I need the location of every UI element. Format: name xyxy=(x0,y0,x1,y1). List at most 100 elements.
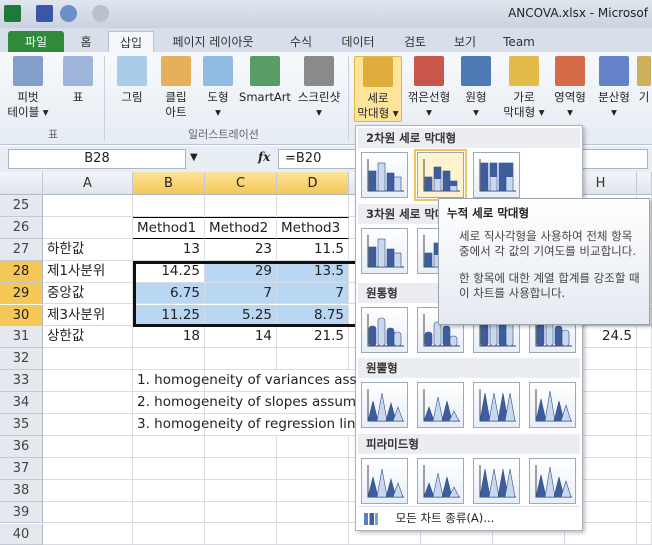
cell[interactable] xyxy=(277,501,349,524)
table-button[interactable]: 표 xyxy=(58,56,98,122)
row-header[interactable]: 38 xyxy=(0,479,43,502)
cell[interactable]: 21.5 xyxy=(277,326,349,349)
cell[interactable] xyxy=(43,348,133,371)
cell[interactable] xyxy=(43,523,133,545)
row-header[interactable]: 27 xyxy=(0,238,43,261)
cell[interactable] xyxy=(43,479,133,502)
cell[interactable] xyxy=(205,435,277,458)
cell[interactable] xyxy=(277,457,349,480)
cell[interactable]: 23 xyxy=(205,238,277,261)
cell[interactable]: 상한값 xyxy=(43,326,133,349)
clip-art-button[interactable]: 클립 아트 xyxy=(154,56,198,122)
cell[interactable]: 7 xyxy=(277,282,349,305)
row-header[interactable]: 33 xyxy=(0,370,43,393)
row-header[interactable]: 37 xyxy=(0,457,43,480)
scatter-chart-button[interactable]: 분산형 ▾ xyxy=(592,56,636,122)
cell[interactable] xyxy=(205,457,277,480)
cell[interactable]: 13 xyxy=(133,238,205,261)
other-chart-button[interactable]: 기 xyxy=(636,56,652,122)
select-all-corner[interactable] xyxy=(0,172,43,195)
column-header[interactable]: B xyxy=(133,172,205,195)
cell[interactable] xyxy=(43,435,133,458)
row-header[interactable]: 28 xyxy=(0,260,43,283)
cell[interactable] xyxy=(637,501,652,524)
line-chart-button[interactable]: 꺾은선형 ▾ xyxy=(404,56,454,122)
name-box[interactable]: B28 xyxy=(8,149,186,169)
cell[interactable] xyxy=(637,435,652,458)
pyr-chart-thumbnail-4[interactable] xyxy=(529,458,576,504)
cell[interactable] xyxy=(637,414,652,436)
cell[interactable] xyxy=(133,501,205,524)
pivot-table-button[interactable]: 피벗 테이블 ▾ xyxy=(6,56,50,122)
smartart-button[interactable]: SmartArt xyxy=(238,56,292,122)
redo-icon[interactable] xyxy=(92,5,109,22)
row-header[interactable]: 26 xyxy=(0,216,43,239)
row-header[interactable]: 30 xyxy=(0,304,43,327)
cell[interactable]: 2. homogeneity of slopes assum xyxy=(133,392,356,414)
bar-chart-button[interactable]: 가로 막대형 ▾ xyxy=(500,56,548,122)
cell[interactable] xyxy=(205,195,277,217)
cell[interactable] xyxy=(43,216,133,239)
cell[interactable]: 3. homogeneity of regression lin xyxy=(133,414,355,436)
bar-chart-thumbnail-1[interactable] xyxy=(361,152,408,198)
row-header[interactable]: 39 xyxy=(0,501,43,524)
cell[interactable]: 18 xyxy=(133,326,205,349)
tab-1[interactable]: 홈 xyxy=(66,31,106,53)
cell[interactable] xyxy=(133,348,205,371)
cell[interactable] xyxy=(43,195,133,217)
screenshot-button[interactable]: 스크린샷 ▾ xyxy=(294,56,344,122)
cell[interactable]: Method1 xyxy=(133,216,205,239)
cell[interactable]: 1. homogeneity of variances ass xyxy=(133,370,357,393)
cell[interactable]: 11.25 xyxy=(133,304,205,327)
cell[interactable] xyxy=(205,348,277,371)
cell[interactable] xyxy=(637,479,652,502)
bar-chart-thumbnail-3[interactable] xyxy=(473,152,520,198)
cell[interactable]: 하한값 xyxy=(43,238,133,261)
chevron-down-icon[interactable]: ▼ xyxy=(190,152,198,163)
cell[interactable] xyxy=(205,479,277,502)
column-header[interactable]: D xyxy=(277,172,349,195)
cone-chart-thumbnail-4[interactable] xyxy=(529,382,576,428)
cone-chart-thumbnail-2[interactable] xyxy=(417,382,464,428)
column-header[interactable] xyxy=(637,172,652,195)
row-header[interactable]: 29 xyxy=(0,282,43,305)
cell[interactable] xyxy=(277,523,349,545)
cell[interactable]: 14.25 xyxy=(133,260,205,283)
cell[interactable] xyxy=(637,523,652,545)
cell[interactable] xyxy=(205,501,277,524)
row-header[interactable]: 34 xyxy=(0,392,43,414)
cyl-chart-thumbnail-1[interactable] xyxy=(361,307,408,353)
cell[interactable]: 11.5 xyxy=(277,238,349,261)
cell[interactable]: 29 xyxy=(205,260,277,283)
cell[interactable] xyxy=(637,326,652,349)
pyr-chart-thumbnail-3[interactable] xyxy=(473,458,520,504)
tab-2[interactable]: 삽입 xyxy=(108,31,154,53)
cell[interactable] xyxy=(637,348,652,371)
cone-chart-thumbnail-1[interactable] xyxy=(361,382,408,428)
cell[interactable] xyxy=(277,435,349,458)
cell[interactable] xyxy=(637,392,652,414)
bar3d-chart-thumbnail-1[interactable] xyxy=(361,228,408,274)
cell[interactable] xyxy=(277,195,349,217)
cell[interactable]: 중앙값 xyxy=(43,282,133,305)
cell[interactable]: 6.75 xyxy=(133,282,205,305)
tab-0[interactable]: 파일 xyxy=(8,31,64,53)
cell[interactable] xyxy=(277,479,349,502)
tab-8[interactable]: Team xyxy=(494,31,544,53)
column-header[interactable]: C xyxy=(205,172,277,195)
cell[interactable] xyxy=(133,435,205,458)
area-chart-button[interactable]: 영역형 ▾ xyxy=(548,56,592,122)
pie-chart-button[interactable]: 원형 ▾ xyxy=(456,56,496,122)
cell[interactable]: 8.75 xyxy=(277,304,349,327)
insert-function-button[interactable]: fx xyxy=(258,150,270,164)
picture-button[interactable]: 그림 xyxy=(112,56,152,122)
tab-6[interactable]: 검토 xyxy=(392,31,438,53)
tab-5[interactable]: 데이터 xyxy=(330,31,386,53)
column-header[interactable]: A xyxy=(43,172,133,195)
cell[interactable] xyxy=(43,501,133,524)
bar-chart-thumbnail-2[interactable] xyxy=(414,149,467,201)
all-chart-types-item[interactable]: 모든 차트 종류(A)... xyxy=(358,506,580,528)
cone-chart-thumbnail-3[interactable] xyxy=(473,382,520,428)
cell[interactable]: 5.25 xyxy=(205,304,277,327)
tab-4[interactable]: 수식 xyxy=(276,31,326,53)
